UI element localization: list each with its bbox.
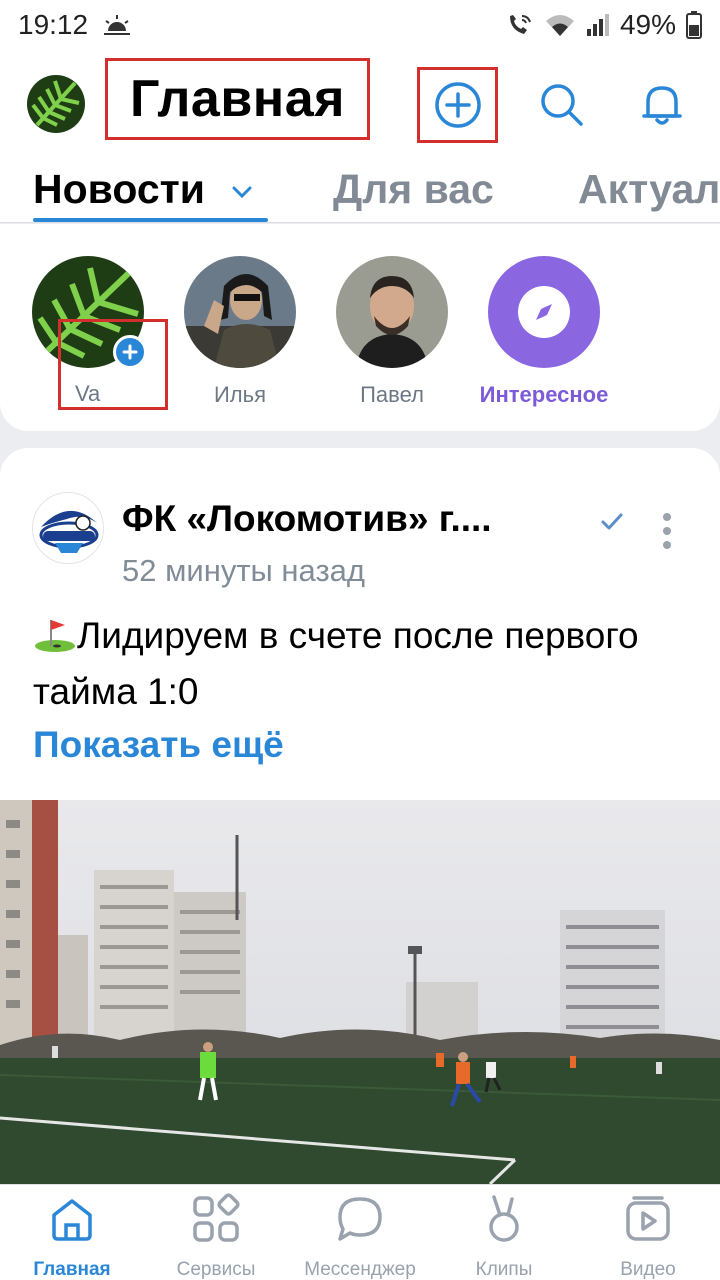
own-story-highlight (58, 319, 168, 410)
more-options-icon[interactable] (660, 512, 674, 550)
nav-video[interactable]: Видео (576, 1193, 720, 1280)
services-icon (193, 1193, 240, 1242)
app-header: Главная (0, 50, 720, 165)
club-logo (33, 493, 103, 563)
active-tab-underline (33, 218, 268, 222)
nav-messenger-label: Мессенджер (304, 1259, 416, 1280)
golf-flag-icon (35, 620, 75, 652)
nav-clips[interactable]: Клипы (432, 1193, 576, 1280)
chevron-down-icon (232, 186, 252, 199)
signal-icon (586, 14, 609, 36)
post-timestamp: 52 минуты назад (122, 553, 365, 588)
story-name-interesting: Интересное (479, 382, 609, 407)
story-name-pavel: Павел (360, 382, 424, 407)
show-more-link[interactable]: Показать ещё (33, 724, 284, 766)
story-avatar-ilya (184, 256, 296, 368)
story-interesting[interactable]: Интересное (469, 256, 619, 408)
tab-actual[interactable]: Актуал (578, 165, 720, 222)
notifications-bell-icon[interactable] (638, 80, 686, 128)
page-title-highlight: Главная (105, 58, 370, 140)
fern-avatar-image (27, 75, 85, 133)
messenger-icon (338, 1197, 382, 1241)
status-bar: 19:12 49% (0, 0, 720, 50)
feed-tabs: Новости Для вас Актуал (0, 165, 720, 223)
add-button[interactable] (417, 67, 498, 143)
search-icon[interactable] (537, 80, 585, 128)
tab-for-you[interactable]: Для вас (333, 165, 494, 222)
post-author-name[interactable]: ФК «Локомотив» г.... (122, 498, 492, 540)
wifi-call-icon (509, 15, 531, 34)
story-name-ilya: Илья (213, 382, 267, 407)
nav-services-label: Сервисы (176, 1259, 256, 1280)
story-avatar-pavel (336, 256, 448, 368)
nav-messenger[interactable]: Мессенджер (288, 1193, 432, 1280)
video-icon (626, 1196, 670, 1241)
tab-news[interactable]: Новости (33, 165, 268, 222)
weather-icon (104, 15, 131, 35)
post-text: Лидируем в счете после первого тайма 1:0 (33, 615, 639, 712)
battery-percent: 49% (619, 9, 676, 40)
nav-video-label: Видео (620, 1259, 676, 1280)
story-pavel[interactable]: Павел (317, 256, 467, 408)
add-circle-icon (434, 82, 481, 128)
post-author-avatar[interactable] (32, 492, 104, 564)
nav-home[interactable]: Главная (0, 1193, 144, 1280)
profile-avatar[interactable] (27, 75, 85, 133)
battery-icon (686, 11, 702, 39)
bottom-navigation: Главная Сервисы Мессенджер Клипы Видео (0, 1184, 720, 1280)
nav-home-label: Главная (33, 1259, 111, 1280)
verified-check-icon (601, 513, 623, 530)
compass-icon (518, 286, 570, 338)
home-icon (52, 1199, 92, 1241)
post-body: Лидируем в счете после первого тайма 1:0 (33, 608, 693, 720)
nav-clips-label: Клипы (475, 1259, 533, 1280)
post-photo[interactable] (0, 800, 720, 1184)
nav-services[interactable]: Сервисы (144, 1193, 288, 1280)
news-post: ФК «Локомотив» г.... 52 минуты назад Лид… (0, 448, 720, 1184)
story-ilya[interactable]: Илья (165, 256, 315, 408)
wifi-icon (545, 15, 574, 36)
tab-news-label: Новости (33, 166, 205, 212)
status-time: 19:12 (18, 9, 89, 40)
clips-icon (489, 1195, 519, 1242)
story-avatar-interesting (488, 256, 600, 368)
page-title: Главная (130, 70, 345, 128)
